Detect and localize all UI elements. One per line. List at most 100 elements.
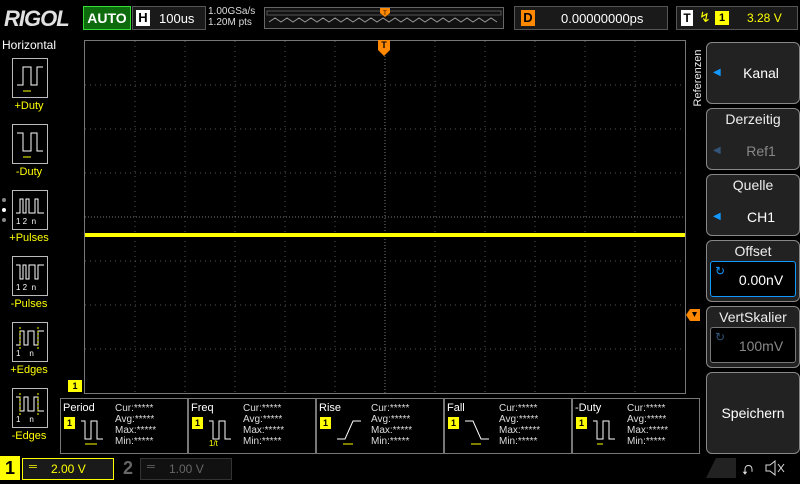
measurement-channel: 1 bbox=[320, 417, 331, 429]
stat-avg: Avg:***** bbox=[115, 414, 155, 425]
sample-rate: 1.00GSa/s bbox=[208, 6, 256, 17]
memory-overview-strip: T bbox=[264, 7, 504, 29]
offset-input[interactable]: ↻ 0.00nV bbox=[710, 261, 796, 297]
stat-avg: Avg:***** bbox=[243, 414, 283, 425]
trigger-label: T bbox=[681, 10, 693, 26]
trigger-box[interactable]: T ↯ 1 3.28 V bbox=[676, 6, 798, 30]
measurement-channel: 1 bbox=[448, 417, 459, 429]
neg-edges-icon: 1 n bbox=[12, 388, 48, 428]
pulses-counter-text: 1 2 n bbox=[16, 283, 37, 292]
ch2-scale-value: 1.00 V bbox=[169, 462, 204, 476]
frequency-icon: 1/t bbox=[209, 420, 231, 447]
arrow-left-icon: ◀ bbox=[713, 67, 721, 78]
stat-cur: Cur:***** bbox=[499, 403, 538, 414]
measurement-neg-duty[interactable]: -Duty 1 Cur:***** Avg:***** Max:***** Mi… bbox=[572, 398, 700, 454]
measure-neg-duty[interactable]: -Duty bbox=[0, 122, 58, 184]
measurement-channel: 1 bbox=[64, 417, 75, 429]
trigger-marker-label: T bbox=[381, 40, 387, 50]
svg-text:1/t: 1/t bbox=[209, 439, 219, 447]
rotary-knob-icon: ↻ bbox=[715, 330, 726, 344]
waveform-display[interactable] bbox=[84, 40, 686, 394]
stat-cur: Cur:***** bbox=[243, 403, 282, 414]
menu-offset-title: Offset bbox=[734, 243, 772, 259]
measure-neg-pulses[interactable]: 1 2 n -Pulses bbox=[0, 254, 58, 316]
menu-vertskalier-title: VertSkalier bbox=[719, 309, 787, 325]
trigger-channel: 1 bbox=[715, 11, 729, 25]
menu-vertskalier[interactable]: VertSkalier ↻ 100mV bbox=[706, 306, 800, 368]
graticule bbox=[85, 41, 685, 393]
status-diagonal-bar bbox=[706, 458, 736, 478]
trigger-level-marker[interactable] bbox=[686, 308, 700, 321]
memory-depth: 1.20M pts bbox=[208, 17, 252, 28]
brand-logo: RIGOL bbox=[4, 6, 70, 31]
delay-box[interactable]: D 0.00000000ps bbox=[514, 6, 668, 30]
pos-pulses-label: +Pulses bbox=[9, 232, 49, 244]
stat-cur: Cur:***** bbox=[115, 403, 154, 414]
ch1-scale-box[interactable]: ═ 2.00 V bbox=[22, 458, 114, 480]
measurement-rise[interactable]: Rise 1 Cur:***** Avg:***** Max:***** Min… bbox=[316, 398, 444, 454]
menu-tab-referenzen[interactable]: Referenzen bbox=[688, 42, 704, 122]
measurement-channel: 1 bbox=[576, 417, 587, 429]
measurement-name: Freq bbox=[191, 402, 214, 414]
stat-avg: Avg:***** bbox=[371, 414, 411, 425]
rise-time-icon bbox=[337, 420, 361, 445]
svg-text:T: T bbox=[383, 11, 387, 17]
panel-title: Horizontal bbox=[1, 38, 57, 52]
measurement-name: Fall bbox=[447, 402, 465, 414]
offset-value: 0.00nV bbox=[738, 272, 784, 288]
measurement-period[interactable]: Period 1 Cur:***** Avg:***** Max:***** M… bbox=[60, 398, 188, 454]
pos-pulses-icon: 1 2 n bbox=[12, 190, 48, 230]
stat-min: Min:***** bbox=[243, 436, 282, 447]
stat-min: Min:***** bbox=[371, 436, 410, 447]
menu-offset[interactable]: Offset ↻ 0.00nV bbox=[706, 240, 800, 302]
timebase-value: 100us bbox=[159, 11, 195, 26]
vertscale-input[interactable]: ↻ 100mV bbox=[710, 327, 796, 363]
measure-pos-pulses[interactable]: 1 2 n +Pulses bbox=[0, 188, 58, 250]
menu-derzeitig-title: Derzeitig bbox=[725, 111, 781, 127]
trigger-level: 3.28 V bbox=[747, 11, 782, 25]
ch1-button[interactable]: 1 bbox=[0, 456, 20, 480]
menu-kanal[interactable]: ◀ Kanal bbox=[706, 42, 800, 104]
usb-icon: ⮏ bbox=[742, 462, 754, 478]
left-scroll-indicator bbox=[2, 196, 6, 232]
vertscale-value: 100mV bbox=[738, 338, 784, 354]
auto-mode-button[interactable]: AUTO bbox=[83, 6, 131, 30]
measurement-fall[interactable]: Fall 1 Cur:***** Avg:***** Max:***** Min… bbox=[444, 398, 572, 454]
pos-duty-icon bbox=[12, 58, 48, 98]
trigger-position-marker[interactable]: T bbox=[378, 40, 390, 56]
menu-speichern[interactable]: Speichern bbox=[706, 372, 800, 454]
edges-counter-text: 1 n bbox=[16, 349, 34, 358]
pos-duty-label: +Duty bbox=[14, 100, 44, 112]
rising-edge-icon: ↯ bbox=[699, 9, 711, 25]
pos-edges-label: +Edges bbox=[10, 364, 48, 376]
stat-min: Min:***** bbox=[627, 436, 666, 447]
ch1-ground-marker[interactable]: 1 bbox=[68, 380, 82, 392]
measure-pos-duty[interactable]: +Duty bbox=[0, 56, 58, 118]
measurement-category-panel: Horizontal +Duty -Duty 1 2 n +Pulses 1 2… bbox=[0, 38, 58, 460]
menu-quelle[interactable]: Quelle ◀ CH1 bbox=[706, 174, 800, 236]
neg-edges-label: -Edges bbox=[11, 430, 47, 442]
stat-max: Max:***** bbox=[499, 425, 541, 436]
ch1-scale-value: 2.00 V bbox=[51, 462, 86, 476]
ch2-button[interactable]: 2 bbox=[118, 456, 138, 480]
timebase-box[interactable]: H 100us bbox=[132, 6, 206, 30]
stat-max: Max:***** bbox=[371, 425, 413, 436]
neg-duty-icon bbox=[12, 124, 48, 164]
coupling-dc-icon: ═ bbox=[29, 461, 37, 473]
speaker-muted-icon[interactable] bbox=[764, 458, 788, 478]
stat-cur: Cur:***** bbox=[627, 403, 666, 414]
stat-avg: Avg:***** bbox=[627, 414, 667, 425]
menu-derzeitig[interactable]: Derzeitig ◀ Ref1 bbox=[706, 108, 800, 170]
edges-counter-text: 1 n bbox=[16, 415, 34, 424]
timebase-label: H bbox=[136, 10, 150, 26]
menu-tab-label: Referenzen bbox=[692, 49, 704, 107]
measure-neg-edges[interactable]: 1 n -Edges bbox=[0, 386, 58, 448]
measurement-channel: 1 bbox=[192, 417, 203, 429]
ch2-scale-box[interactable]: ═ 1.00 V bbox=[140, 458, 232, 480]
measurement-freq[interactable]: Freq 1 1/t Cur:***** Avg:***** Max:*****… bbox=[188, 398, 316, 454]
coupling-dc-icon: ═ bbox=[147, 461, 155, 473]
neg-pulses-icon: 1 2 n bbox=[12, 256, 48, 296]
menu-derzeitig-value: Ref1 bbox=[746, 143, 776, 159]
neg-duty-icon bbox=[593, 420, 615, 445]
measure-pos-edges[interactable]: 1 n +Edges bbox=[0, 320, 58, 382]
